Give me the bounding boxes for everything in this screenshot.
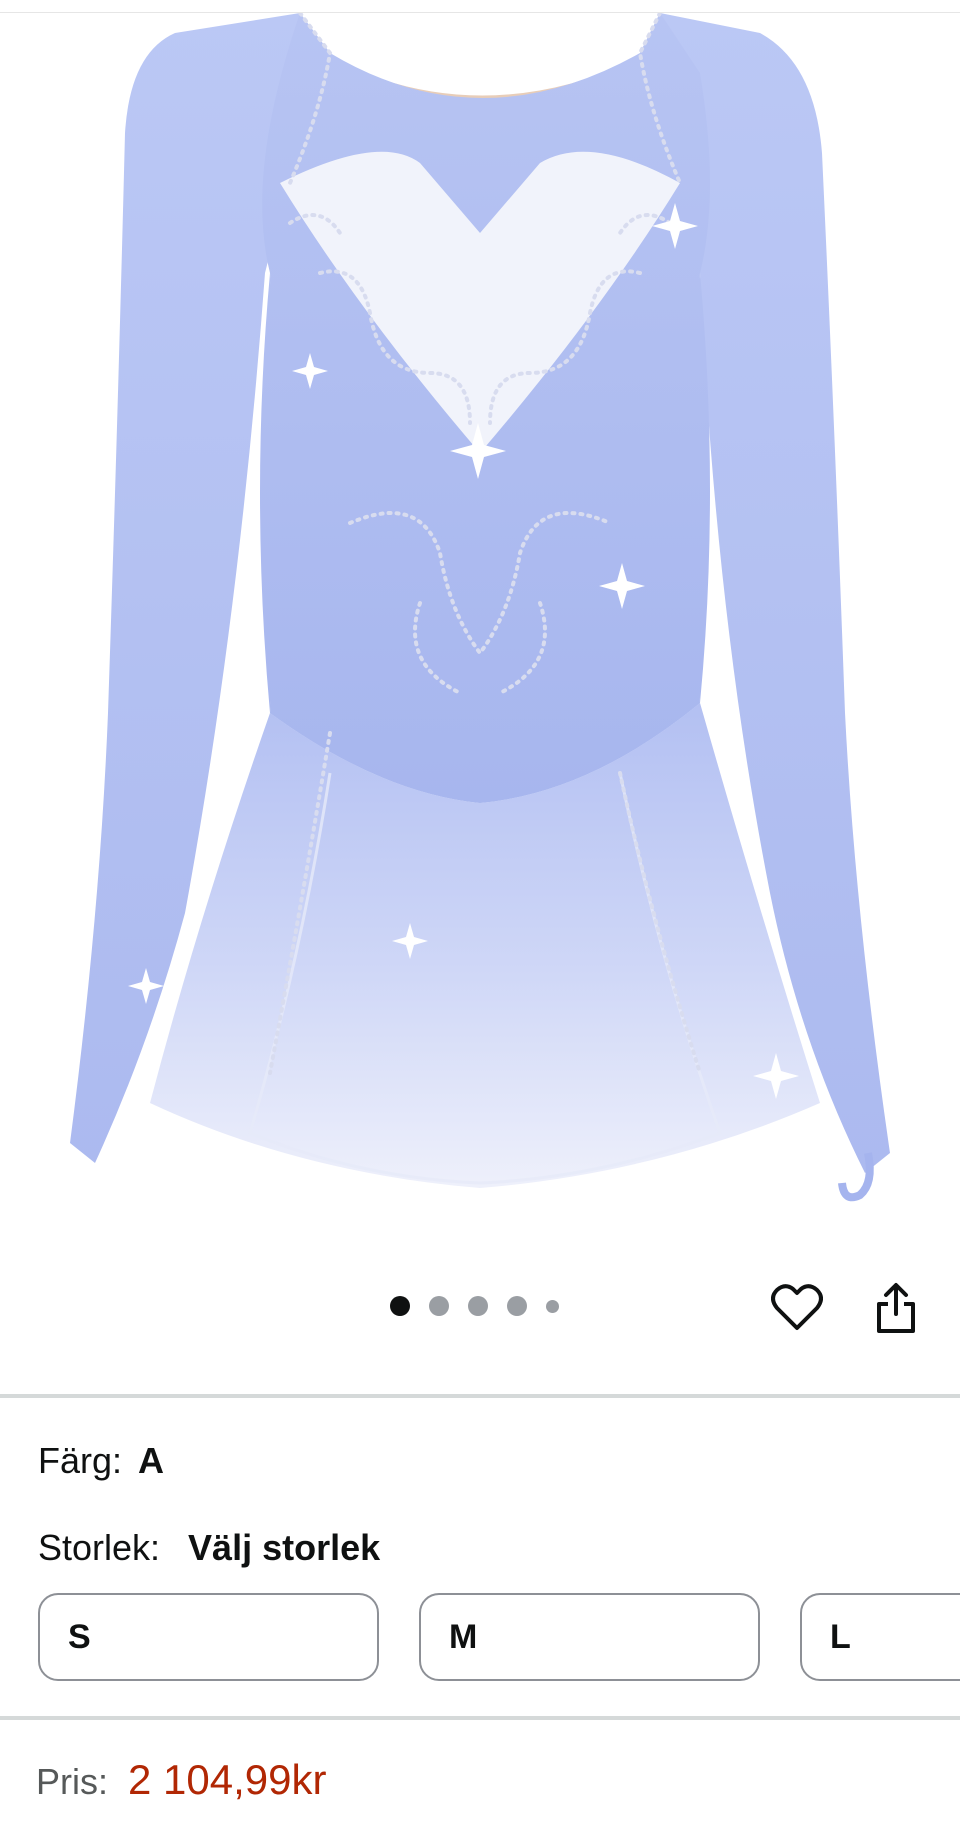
carousel-dot[interactable]: [468, 1296, 488, 1316]
color-value: A: [138, 1440, 165, 1481]
carousel-indicator: [390, 1296, 578, 1316]
size-option-m[interactable]: M: [419, 1593, 760, 1681]
size-selection: Storlek: Välj storlek: [38, 1527, 380, 1569]
carousel-dot[interactable]: [507, 1296, 527, 1316]
carousel-dot-active[interactable]: [390, 1296, 410, 1316]
carousel-dot[interactable]: [429, 1296, 449, 1316]
dress-illustration: [70, 11, 890, 1202]
wishlist-button[interactable]: [769, 1280, 825, 1336]
price: Pris: 2 104,99kr: [36, 1756, 326, 1804]
share-icon: [877, 1283, 915, 1333]
size-label: Storlek:: [38, 1527, 161, 1568]
price-value: 2 104,99kr: [128, 1756, 327, 1803]
size-option-l[interactable]: L: [800, 1593, 960, 1681]
size-value: Välj storlek: [188, 1527, 381, 1568]
share-button[interactable]: [868, 1280, 924, 1336]
heart-icon: [771, 1284, 823, 1330]
color-label: Färg:: [38, 1440, 123, 1481]
size-options: S M L: [38, 1593, 960, 1687]
size-option-s[interactable]: S: [38, 1593, 379, 1681]
section-divider: [0, 1394, 960, 1398]
product-image[interactable]: [0, 11, 960, 1233]
carousel-dot[interactable]: [546, 1299, 559, 1313]
color-selection: Färg: A: [38, 1440, 164, 1482]
price-label: Pris:: [36, 1761, 108, 1802]
section-divider: [0, 1716, 960, 1720]
